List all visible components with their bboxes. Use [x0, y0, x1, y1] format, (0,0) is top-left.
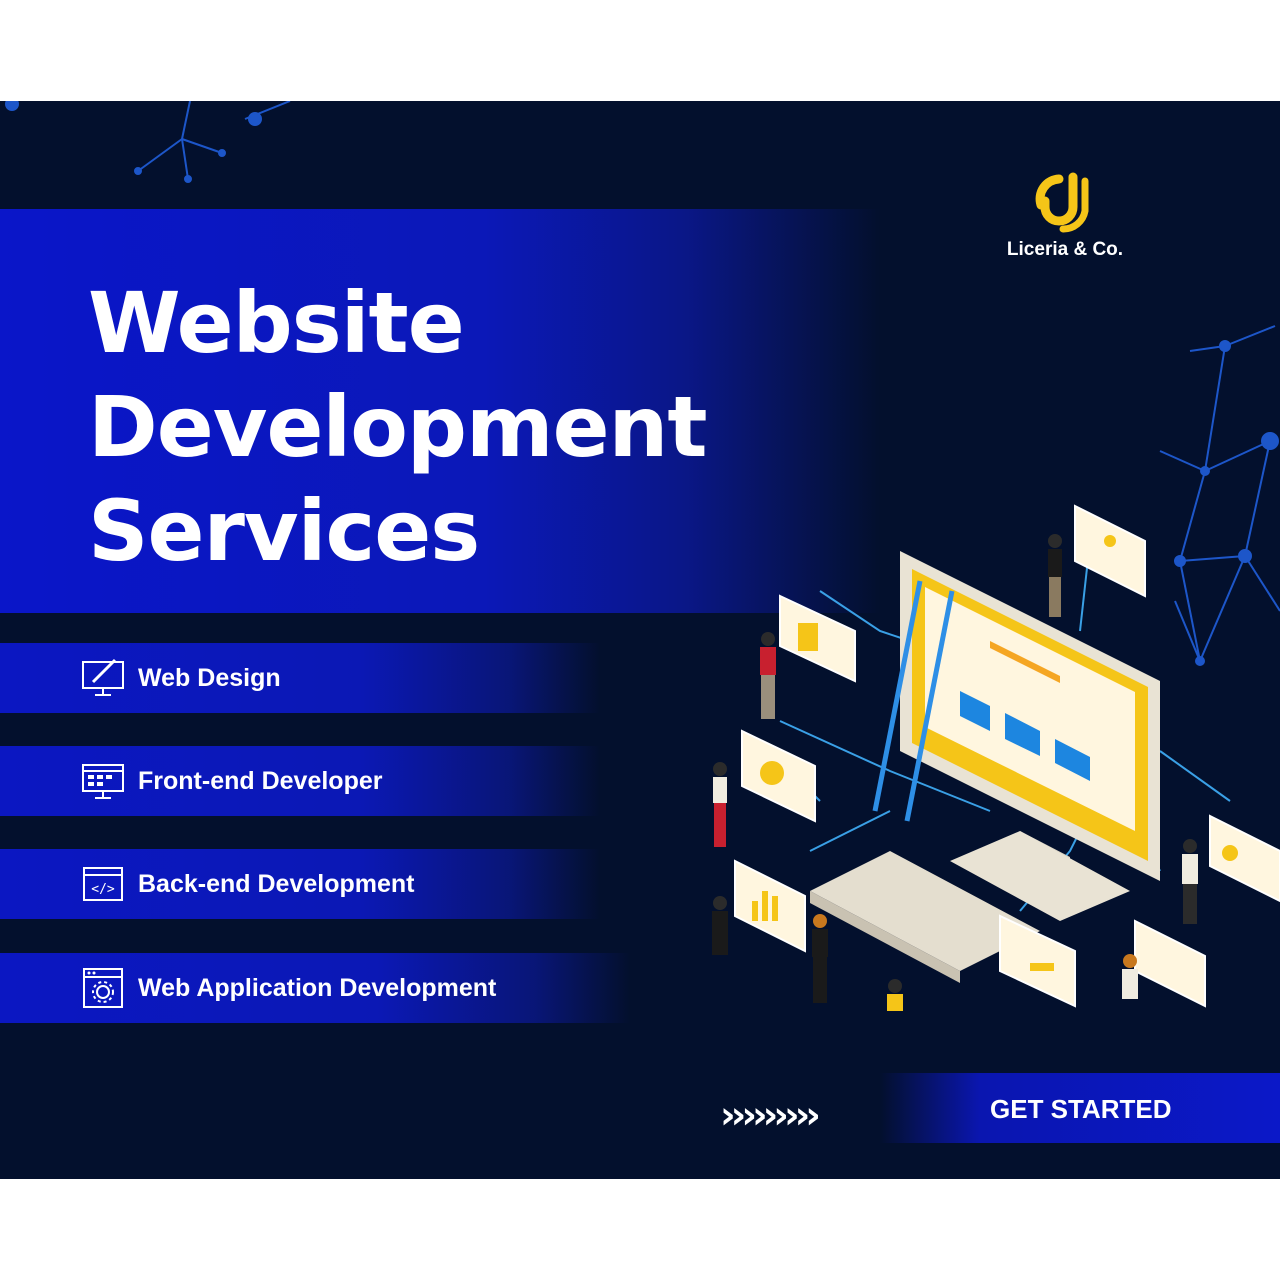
service-label: Back-end Development — [138, 869, 415, 898]
brand-name: Liceria & Co. — [1006, 239, 1124, 260]
service-label: Web Design — [138, 663, 281, 692]
code-window-icon: </> — [80, 863, 126, 905]
service-item-web-app: Web Application Development — [0, 953, 630, 1023]
hero-title: Website Development Services — [88, 271, 708, 583]
poster: Website Development Services Liceria & C… — [0, 101, 1280, 1179]
service-label: Web Application Development — [138, 973, 497, 1002]
developer-team-illustration — [712, 504, 1280, 1011]
cta-arrows: ››››››››› — [720, 1093, 821, 1137]
frontend-monitor-icon — [80, 760, 126, 802]
brand-logo-icon — [1035, 172, 1089, 233]
get-started-button[interactable]: GET STARTED — [980, 1083, 1182, 1135]
service-item-front-end: Front-end Developer — [0, 746, 600, 816]
service-label: Front-end Developer — [138, 766, 383, 795]
brand-logo: Liceria & Co. — [990, 171, 1140, 261]
design-monitor-brush-icon — [80, 657, 126, 699]
service-item-back-end: </> Back-end Development — [0, 849, 600, 919]
service-item-web-design: Web Design — [0, 643, 600, 713]
app-gear-window-icon — [80, 967, 126, 1009]
hero-title-line-3: Services — [88, 482, 480, 580]
hero-title-line-2: Development — [88, 378, 708, 476]
svg-text:</>: </> — [91, 882, 115, 897]
hero-title-line-1: Website — [88, 274, 465, 372]
